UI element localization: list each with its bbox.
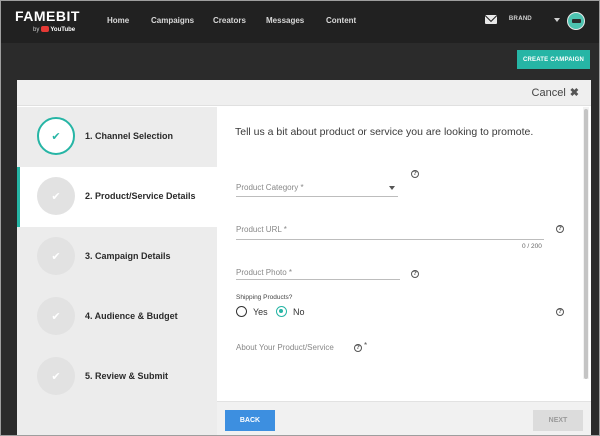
avatar[interactable] — [567, 12, 585, 30]
next-button[interactable]: NEXT — [533, 410, 583, 431]
chevron-down-icon[interactable] — [554, 18, 560, 22]
step-label: 2. Product/Service Details — [85, 191, 196, 201]
check-icon: ✔ — [37, 297, 75, 335]
logo-word: FAMEBIT — [15, 8, 80, 24]
shipping-no-radio[interactable] — [276, 306, 287, 317]
check-icon: ✔ — [37, 237, 75, 275]
step-label: 5. Review & Submit — [85, 371, 169, 381]
product-category-select[interactable]: Product Category * — [236, 183, 304, 192]
nav-messages[interactable]: Messages — [266, 16, 304, 25]
shipping-label: Shipping Products? — [236, 294, 293, 301]
category-underline — [236, 196, 398, 197]
modal-header: Cancel ✖ — [17, 80, 591, 106]
nav-creators[interactable]: Creators — [213, 16, 246, 25]
check-icon: ✔ — [37, 177, 75, 215]
url-underline — [236, 239, 544, 240]
shipping-no-label[interactable]: No — [293, 307, 305, 317]
chevron-down-icon[interactable] — [389, 186, 395, 190]
about-product-input[interactable]: About Your Product/Service — [236, 343, 334, 352]
product-url-input[interactable]: Product URL * — [236, 225, 287, 234]
youtube-play-icon — [41, 26, 50, 32]
step-label: 1. Channel Selection — [85, 131, 174, 141]
top-nav: FAMEBIT by YouTube Home Campaigns Creator… — [1, 1, 599, 43]
steps-sidebar: ✔ 1. Channel Selection ✔ 2. Product/Serv… — [17, 107, 217, 435]
logo-byline: by YouTube — [33, 26, 76, 33]
user-name[interactable]: ᴮᴿᴬᴺᴰ — [509, 14, 532, 24]
nav-content[interactable]: Content — [326, 16, 356, 25]
famebit-logo[interactable]: FAMEBIT by YouTube — [15, 9, 80, 33]
step-campaign-details[interactable]: ✔ 3. Campaign Details — [17, 227, 217, 287]
required-asterisk: * — [364, 341, 368, 350]
create-campaign-button[interactable]: CREATE CAMPAIGN — [517, 50, 590, 69]
step-channel-selection[interactable]: ✔ 1. Channel Selection — [17, 107, 217, 167]
form-scrollbar[interactable] — [583, 107, 589, 379]
step-product-details[interactable]: ✔ 2. Product/Service Details — [17, 167, 217, 227]
shipping-yes-radio[interactable] — [236, 306, 247, 317]
shipping-yes-label[interactable]: Yes — [253, 307, 268, 317]
close-icon: ✖ — [569, 87, 579, 99]
step-label: 4. Audience & Budget — [85, 311, 178, 321]
help-icon[interactable]: ? — [556, 308, 564, 316]
help-icon[interactable]: ? — [411, 170, 419, 178]
check-icon: ✔ — [37, 117, 75, 155]
product-photo-input[interactable]: Product Photo * — [236, 268, 292, 277]
form-panel: Tell us a bit about product or service y… — [217, 107, 591, 435]
url-char-counter: 0 / 200 — [522, 243, 542, 250]
step-audience-budget[interactable]: ✔ 4. Audience & Budget — [17, 287, 217, 347]
app-frame: FAMEBIT by YouTube Home Campaigns Creator… — [0, 0, 600, 436]
step-review-submit[interactable]: ✔ 5. Review & Submit — [17, 347, 217, 407]
help-icon[interactable]: ? — [556, 225, 564, 233]
back-button[interactable]: BACK — [225, 410, 275, 431]
help-icon[interactable]: ? — [411, 270, 419, 278]
help-icon[interactable]: ? — [354, 344, 362, 352]
campaign-modal: Cancel ✖ ✔ 1. Channel Selection ✔ 2. Pro… — [17, 80, 591, 435]
form-intro: Tell us a bit about product or service y… — [235, 126, 534, 138]
photo-underline — [236, 279, 400, 280]
check-icon: ✔ — [37, 357, 75, 395]
cancel-label: Cancel — [531, 86, 566, 99]
nav-home[interactable]: Home — [107, 16, 129, 25]
scrollbar-thumb[interactable] — [584, 109, 588, 379]
mail-icon[interactable] — [485, 15, 497, 24]
cancel-button[interactable]: Cancel ✖ — [531, 86, 579, 100]
step-label: 3. Campaign Details — [85, 251, 171, 261]
modal-footer: BACK NEXT — [217, 401, 591, 435]
nav-campaigns[interactable]: Campaigns — [151, 16, 194, 25]
